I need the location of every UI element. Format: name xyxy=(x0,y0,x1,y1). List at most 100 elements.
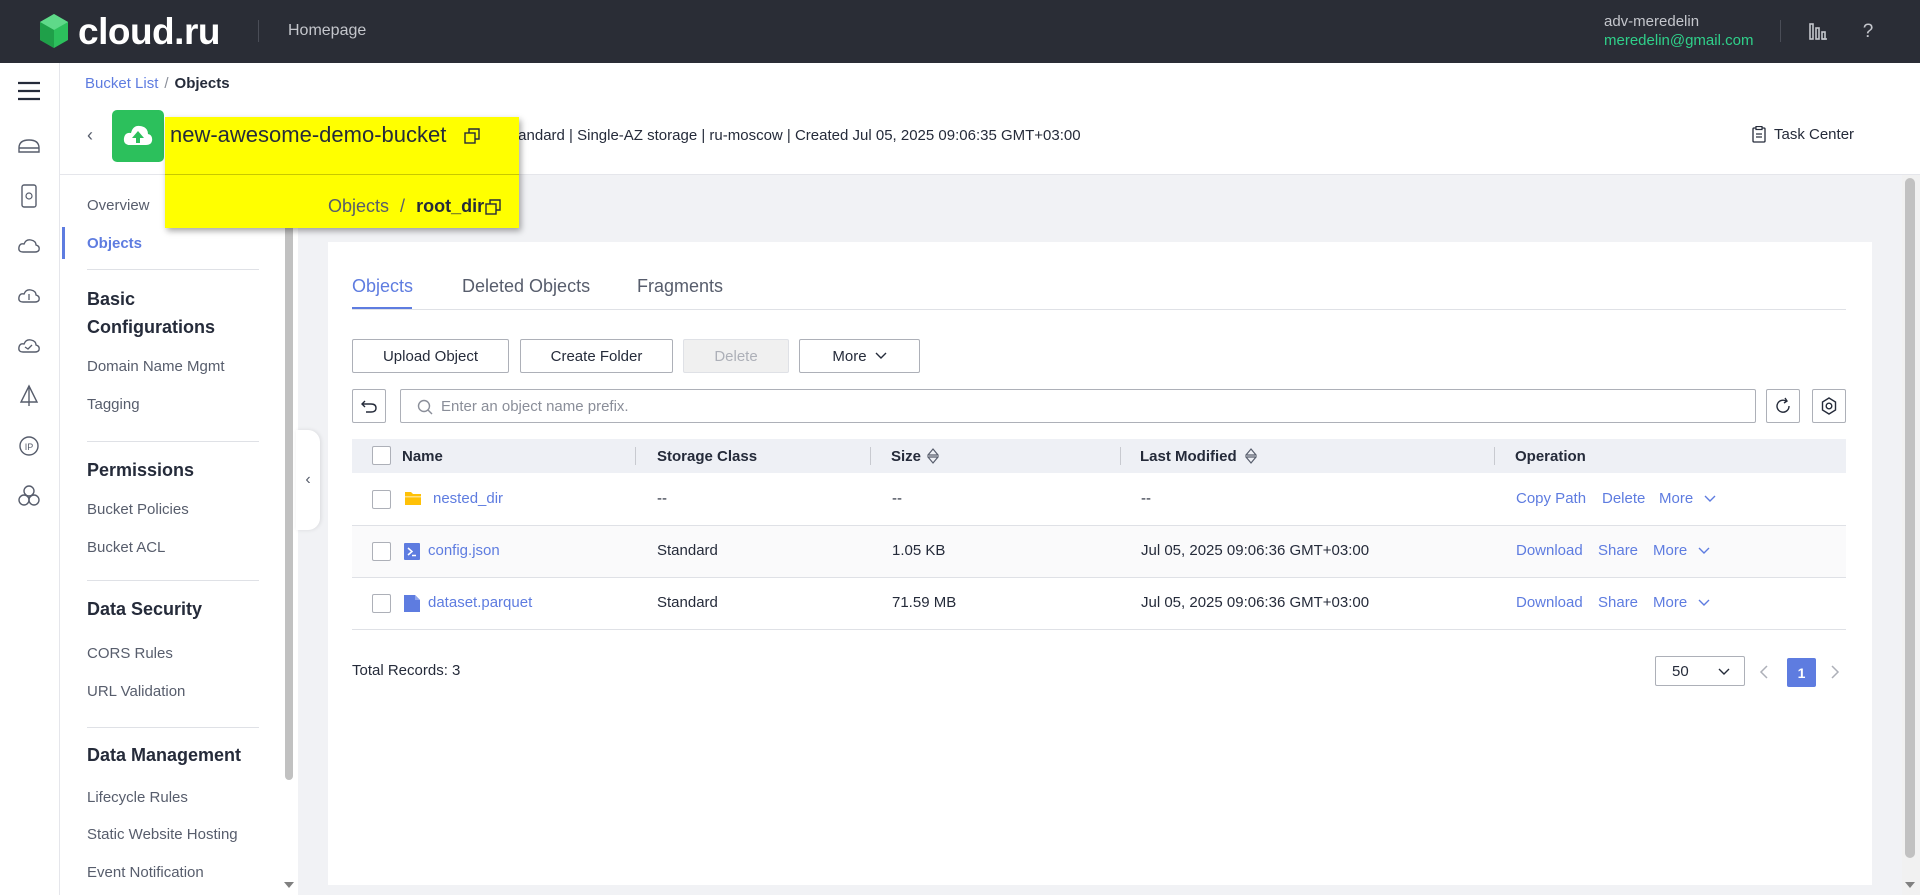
user-info[interactable]: adv-meredelin meredelin@gmail.com xyxy=(1604,12,1753,50)
last-modified: Jul 05, 2025 09:06:36 GMT+03:00 xyxy=(1141,542,1370,559)
sidebar-item-bucket-acl[interactable]: Bucket ACL xyxy=(87,539,165,556)
divider xyxy=(87,269,259,270)
service-rail: IP xyxy=(0,63,60,895)
object-size: 71.59 MB xyxy=(892,594,957,611)
cloud-icon[interactable] xyxy=(15,232,43,260)
share-link[interactable]: Share xyxy=(1598,542,1638,559)
prev-page-icon[interactable] xyxy=(1759,665,1769,679)
column-separator xyxy=(870,447,871,465)
more-button[interactable]: More xyxy=(799,339,920,373)
column-header-name: Name xyxy=(402,448,443,465)
more-link[interactable]: More xyxy=(1653,542,1687,559)
object-name-link[interactable]: dataset.parquet xyxy=(428,594,532,611)
row-checkbox[interactable] xyxy=(372,490,391,509)
column-separator xyxy=(1494,447,1495,465)
column-header-size[interactable]: Size xyxy=(891,448,921,465)
scroll-down-icon[interactable] xyxy=(283,880,295,890)
cloud-check-icon[interactable] xyxy=(15,332,43,360)
storage-class: Standard xyxy=(657,594,718,611)
bucket-upload-icon xyxy=(112,110,164,162)
breadcrumb: Bucket List / Objects xyxy=(85,75,230,92)
column-header-operation: Operation xyxy=(1515,448,1586,465)
storage-icon[interactable] xyxy=(15,132,43,160)
undo-icon[interactable] xyxy=(352,389,386,423)
copy-path-link[interactable]: Copy Path xyxy=(1516,490,1586,507)
breadcrumb-current: Objects xyxy=(174,75,230,92)
sidebar-item-objects[interactable]: Objects xyxy=(87,235,142,252)
download-link[interactable]: Download xyxy=(1516,542,1583,559)
row-checkbox[interactable] xyxy=(372,594,391,613)
chevron-down-icon[interactable] xyxy=(1698,599,1710,607)
sidebar-item-url-validation[interactable]: URL Validation xyxy=(87,683,185,700)
cloud-logo[interactable]: cloud.ru xyxy=(38,12,220,50)
table-row: dataset.parquet Standard 71.59 MB Jul 05… xyxy=(352,578,1846,630)
page-number[interactable]: 1 xyxy=(1787,658,1816,687)
task-center-label: Task Center xyxy=(1774,126,1855,143)
breadcrumb-separator: / xyxy=(164,75,169,92)
brand-logo-icon xyxy=(40,14,68,48)
search-box xyxy=(400,389,1756,423)
copy-icon[interactable] xyxy=(463,127,481,145)
back-icon[interactable]: ‹ xyxy=(87,125,93,146)
help-icon[interactable]: ? xyxy=(1857,20,1879,42)
collapse-sidebar-icon[interactable]: ‹ xyxy=(296,430,320,530)
share-link[interactable]: Share xyxy=(1598,594,1638,611)
upload-object-button[interactable]: Upload Object xyxy=(352,339,509,373)
tab-fragments[interactable]: Fragments xyxy=(637,276,723,297)
chevron-down-icon[interactable] xyxy=(1698,547,1710,555)
delete-button[interactable]: Delete xyxy=(683,339,789,373)
homepage-link[interactable]: Homepage xyxy=(288,22,366,40)
sort-icon[interactable] xyxy=(1245,448,1257,464)
sidebar-item-static-hosting[interactable]: Static Website Hosting xyxy=(87,826,238,843)
delete-link[interactable]: Delete xyxy=(1602,490,1645,507)
task-center-button[interactable]: Task Center xyxy=(1752,126,1854,143)
path-parent[interactable]: Objects xyxy=(328,196,389,216)
top-bar: cloud.ru Homepage adv-meredelin meredeli… xyxy=(0,0,1920,63)
column-header-storage: Storage Class xyxy=(657,448,758,465)
page-size-select[interactable]: 50 xyxy=(1655,656,1745,686)
sidebar-item-domain[interactable]: Domain Name Mgmt xyxy=(87,358,225,375)
sidebar-scroll-thumb[interactable] xyxy=(285,175,293,780)
page-scroll-thumb[interactable] xyxy=(1905,178,1915,858)
refresh-icon[interactable] xyxy=(1766,389,1800,423)
download-link[interactable]: Download xyxy=(1516,594,1583,611)
search-input[interactable] xyxy=(441,390,1741,422)
menu-icon[interactable] xyxy=(15,77,43,105)
device-icon[interactable] xyxy=(15,182,43,210)
bucket-name: new-awesome-demo-bucket xyxy=(170,122,447,147)
create-folder-button[interactable]: Create Folder xyxy=(520,339,673,373)
tab-objects[interactable]: Objects xyxy=(352,276,413,297)
copy-path-icon[interactable] xyxy=(484,198,502,216)
sidebar-item-tagging[interactable]: Tagging xyxy=(87,396,140,413)
cloud-upload-icon[interactable] xyxy=(15,282,43,310)
tab-deleted-objects[interactable]: Deleted Objects xyxy=(462,276,590,297)
settings-icon[interactable] xyxy=(1812,389,1846,423)
object-name-link[interactable]: nested_dir xyxy=(433,490,503,507)
active-indicator xyxy=(62,227,65,259)
sidebar-item-bucket-policies[interactable]: Bucket Policies xyxy=(87,501,189,518)
cluster-icon[interactable] xyxy=(15,482,43,510)
clipboard-icon xyxy=(1752,126,1766,143)
chart-icon[interactable] xyxy=(1807,20,1829,42)
column-header-last-modified[interactable]: Last Modified xyxy=(1140,448,1237,465)
column-separator xyxy=(635,447,636,465)
sidebar-item-overview[interactable]: Overview xyxy=(87,197,150,214)
last-modified: Jul 05, 2025 09:06:36 GMT+03:00 xyxy=(1141,594,1370,611)
scroll-down-icon[interactable] xyxy=(1904,880,1916,890)
more-link[interactable]: More xyxy=(1659,490,1693,507)
breadcrumb-bucket-list[interactable]: Bucket List xyxy=(85,75,158,92)
object-name-link[interactable]: config.json xyxy=(428,542,500,559)
sidebar-item-cors[interactable]: CORS Rules xyxy=(87,645,173,662)
ip-icon[interactable]: IP xyxy=(15,432,43,460)
sort-icon[interactable] xyxy=(927,448,939,464)
sail-icon[interactable] xyxy=(15,382,43,410)
more-link[interactable]: More xyxy=(1653,594,1687,611)
row-checkbox[interactable] xyxy=(372,542,391,561)
select-all-checkbox[interactable] xyxy=(372,446,391,465)
next-page-icon[interactable] xyxy=(1830,665,1840,679)
sidebar-item-event-notification[interactable]: Event Notification xyxy=(87,864,204,881)
bucket-sidebar: Overview Objects Basic Configurations Do… xyxy=(60,175,284,895)
user-name: adv-meredelin xyxy=(1604,13,1700,30)
sidebar-item-lifecycle[interactable]: Lifecycle Rules xyxy=(87,789,188,806)
chevron-down-icon[interactable] xyxy=(1704,495,1716,503)
